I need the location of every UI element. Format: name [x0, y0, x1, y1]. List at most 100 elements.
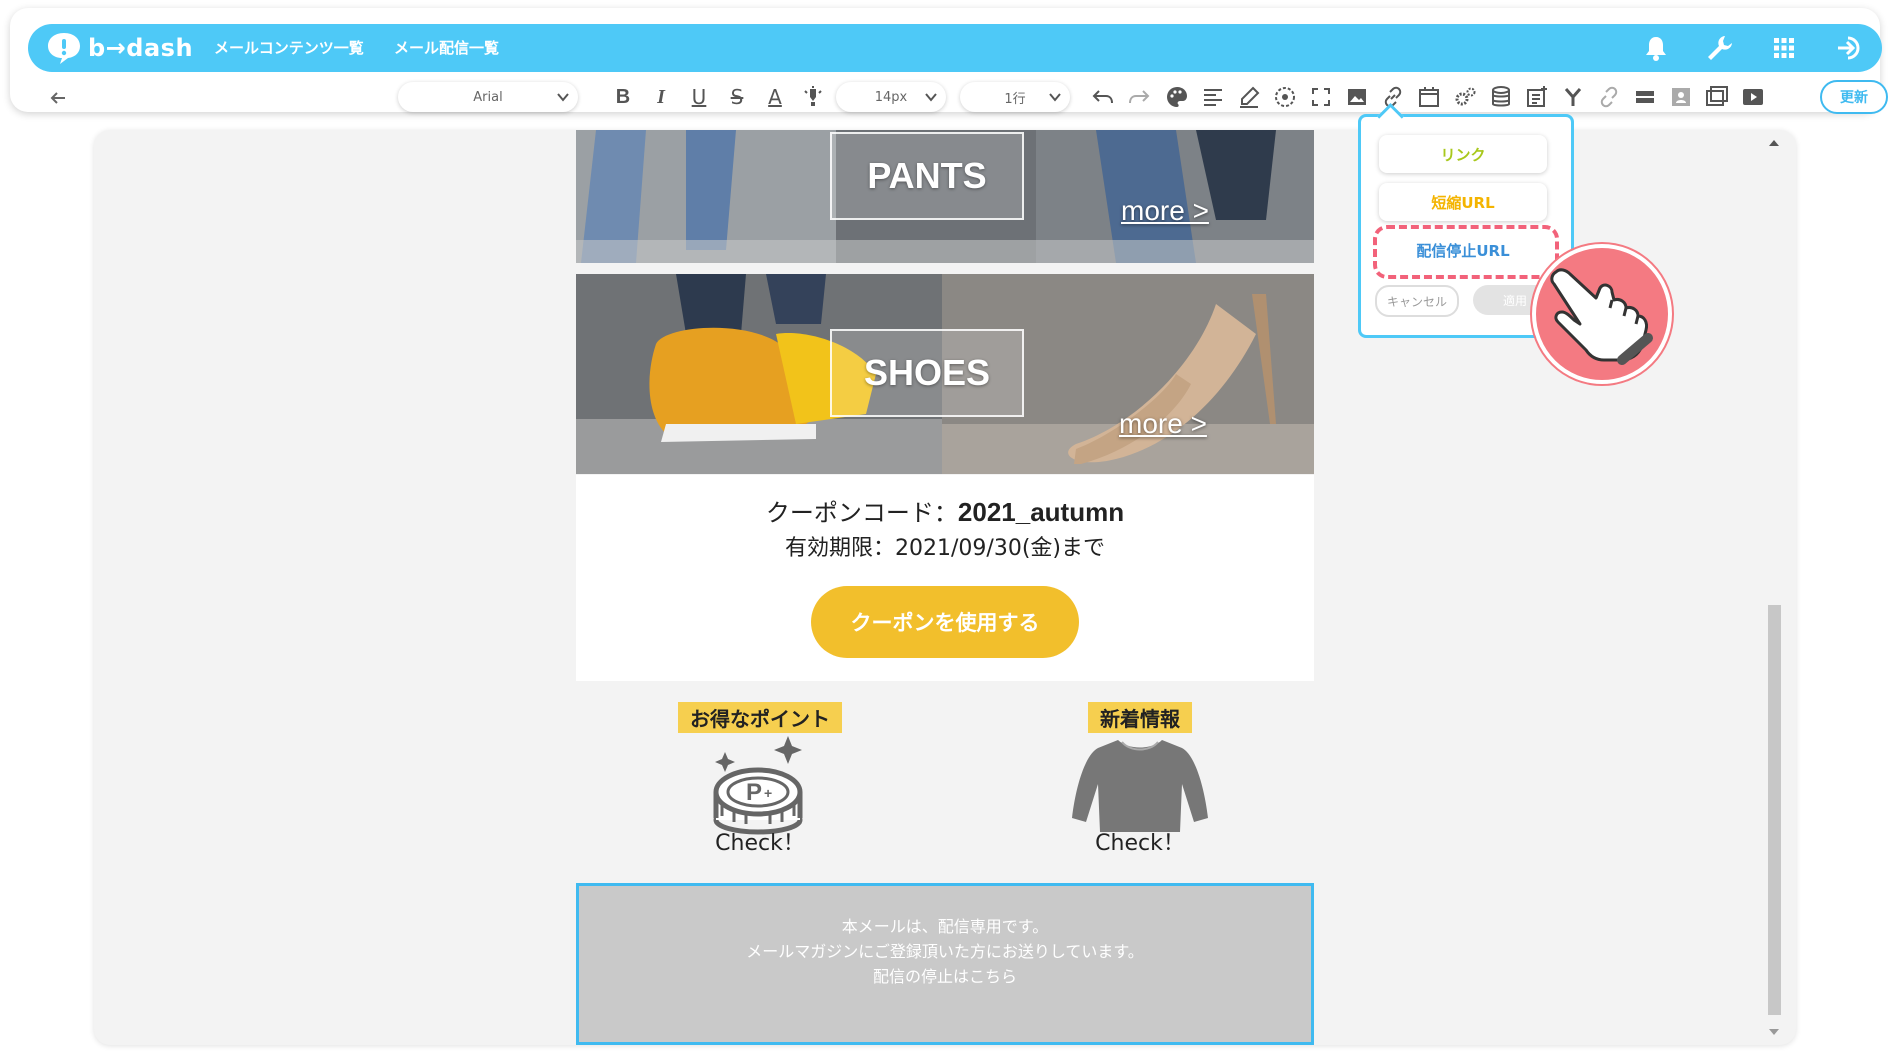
video-button[interactable]	[1740, 84, 1766, 110]
email-footer-selected[interactable]: 本メールは、配信専用です。 メールマガジンにご登録頂いた方にお送りしています。 …	[576, 883, 1314, 1045]
italic-button[interactable]: I	[648, 84, 674, 110]
redo-button[interactable]	[1126, 84, 1152, 110]
shoes-more-link[interactable]: more >	[1119, 408, 1207, 440]
coupon-code-line: クーポンコード：2021_autumn	[576, 493, 1314, 528]
nav-mail-content-list[interactable]: メールコンテンツ一覧	[214, 37, 364, 58]
branch-icon	[1564, 88, 1582, 106]
unlink-icon	[1600, 86, 1618, 108]
font-family-value: Arial	[473, 89, 503, 105]
bdash-logo[interactable]: b→dash	[46, 30, 193, 66]
align-left-icon	[1204, 89, 1222, 106]
database-icon	[1492, 86, 1510, 107]
play-video-icon	[1743, 89, 1763, 105]
scroll-up-arrow-icon[interactable]	[1769, 140, 1779, 146]
app-header: b→dash メールコンテンツ一覧 メール配信一覧 Arial B I U S …	[10, 8, 1888, 114]
image-button[interactable]	[1344, 84, 1370, 110]
feature-new-info[interactable]: 新着情報 Check！	[1050, 702, 1230, 862]
update-button[interactable]: 更新	[1820, 80, 1888, 114]
calendar-button[interactable]	[1416, 84, 1442, 110]
scroll-down-arrow-icon[interactable]	[1769, 1029, 1779, 1035]
undo-icon	[1092, 90, 1113, 104]
coupon-code-value: 2021_autumn	[957, 497, 1125, 527]
feature-points-check: Check！	[715, 831, 805, 856]
highlighter-icon	[804, 86, 822, 106]
align-button[interactable]	[1200, 84, 1226, 110]
editor-toolbar: Arial B I U S A 14px 1行 更新	[28, 78, 1888, 118]
note-add-icon	[1527, 86, 1547, 107]
fullscreen-button[interactable]	[1308, 84, 1334, 110]
shoes-title: SHOES	[830, 329, 1024, 417]
select-button[interactable]	[1272, 84, 1298, 110]
font-family-select[interactable]: Arial	[398, 82, 578, 112]
chevron-down-icon	[925, 93, 937, 102]
link-option[interactable]: リンク	[1379, 135, 1547, 173]
add-note-button[interactable]	[1524, 84, 1550, 110]
line-height-select[interactable]: 1行	[960, 82, 1070, 112]
footer-line-1: 本メールは、配信専用です。	[841, 917, 1049, 936]
calendar-icon	[1419, 87, 1439, 107]
palette-button[interactable]	[1164, 84, 1190, 110]
underline-button[interactable]: U	[686, 84, 712, 110]
nav-mail-delivery-list[interactable]: メール配信一覧	[394, 37, 499, 58]
undo-button[interactable]	[1090, 84, 1116, 110]
bold-button[interactable]: B	[610, 84, 636, 110]
profile-block-button[interactable]	[1668, 84, 1694, 110]
top-nav-bar: b→dash メールコンテンツ一覧 メール配信一覧	[28, 24, 1882, 72]
feature-points[interactable]: お得なポイント P + Check！	[670, 702, 850, 862]
marker-pen-icon	[1240, 86, 1260, 108]
wrench-icon[interactable]	[1704, 32, 1736, 64]
divider-button[interactable]	[1632, 84, 1658, 110]
layout-copy-icon	[1706, 86, 1728, 106]
unsubscribe-link[interactable]: 配信の停止はこちら	[579, 964, 1311, 989]
pants-more-link[interactable]: more >	[1121, 195, 1209, 227]
feature-new-info-check: Check！	[1095, 831, 1185, 856]
short-url-option[interactable]: 短縮URL	[1379, 183, 1547, 221]
coupon-section: クーポンコード：2021_autumn 有効期限：2021/09/30(金)まで…	[576, 475, 1314, 681]
vertical-scrollbar[interactable]	[1766, 140, 1782, 1035]
marker-button[interactable]	[1236, 84, 1262, 110]
highlight-button[interactable]	[800, 84, 826, 110]
font-size-value: 14px	[874, 89, 908, 105]
redo-icon	[1129, 90, 1150, 104]
coupon-code-label: クーポンコード：	[765, 499, 958, 527]
font-color-button[interactable]: A	[762, 84, 788, 110]
sweater-icon	[1072, 740, 1208, 832]
pants-banner[interactable]: PANTS more >	[576, 130, 1314, 263]
fullscreen-icon	[1312, 88, 1330, 106]
branch-button[interactable]	[1560, 84, 1586, 110]
unsubscribe-url-option[interactable]: 配信停止URL	[1379, 231, 1547, 269]
logo-text: b→dash	[88, 34, 194, 62]
chevron-down-icon	[1049, 93, 1061, 102]
scroll-thumb[interactable]	[1768, 605, 1781, 1015]
logo-bubble-icon	[48, 33, 80, 64]
footer-line-2: メールマガジンにご登録頂いた方にお送りしています。	[746, 942, 1144, 961]
chevron-down-icon	[557, 93, 569, 102]
popover-cancel-button[interactable]: キャンセル	[1375, 285, 1459, 317]
point-coin-icon: P +	[713, 736, 803, 835]
logout-icon[interactable]	[1834, 32, 1866, 64]
unlink-button[interactable]	[1596, 84, 1622, 110]
settings-button[interactable]	[1452, 84, 1478, 110]
apps-grid-icon[interactable]	[1768, 32, 1800, 64]
svg-text:+: +	[764, 785, 772, 801]
layout-button[interactable]	[1704, 84, 1730, 110]
strikethrough-button[interactable]: S	[724, 84, 750, 110]
database-button[interactable]	[1488, 84, 1514, 110]
bell-icon[interactable]	[1640, 32, 1672, 64]
font-size-select[interactable]: 14px	[836, 82, 946, 112]
back-arrow-icon[interactable]	[46, 86, 70, 110]
line-height-value: 1行	[1004, 91, 1026, 107]
palette-icon	[1167, 87, 1187, 107]
svg-text:P: P	[746, 779, 762, 806]
gears-icon	[1455, 87, 1476, 106]
target-select-icon	[1275, 87, 1295, 107]
pants-title: PANTS	[830, 132, 1024, 220]
shoes-banner[interactable]: SHOES more >	[576, 274, 1314, 474]
id-card-icon	[1672, 88, 1690, 106]
email-preview: PANTS more > SHOES more > クーポンコード：2021_a…	[576, 130, 1314, 1045]
divider-block-icon	[1636, 91, 1654, 103]
pointing-hand-icon	[1530, 242, 1674, 386]
feature-new-info-label: 新着情報	[1088, 702, 1192, 733]
use-coupon-button[interactable]: クーポンを使用する	[811, 586, 1079, 658]
feature-points-label: お得なポイント	[678, 702, 842, 733]
